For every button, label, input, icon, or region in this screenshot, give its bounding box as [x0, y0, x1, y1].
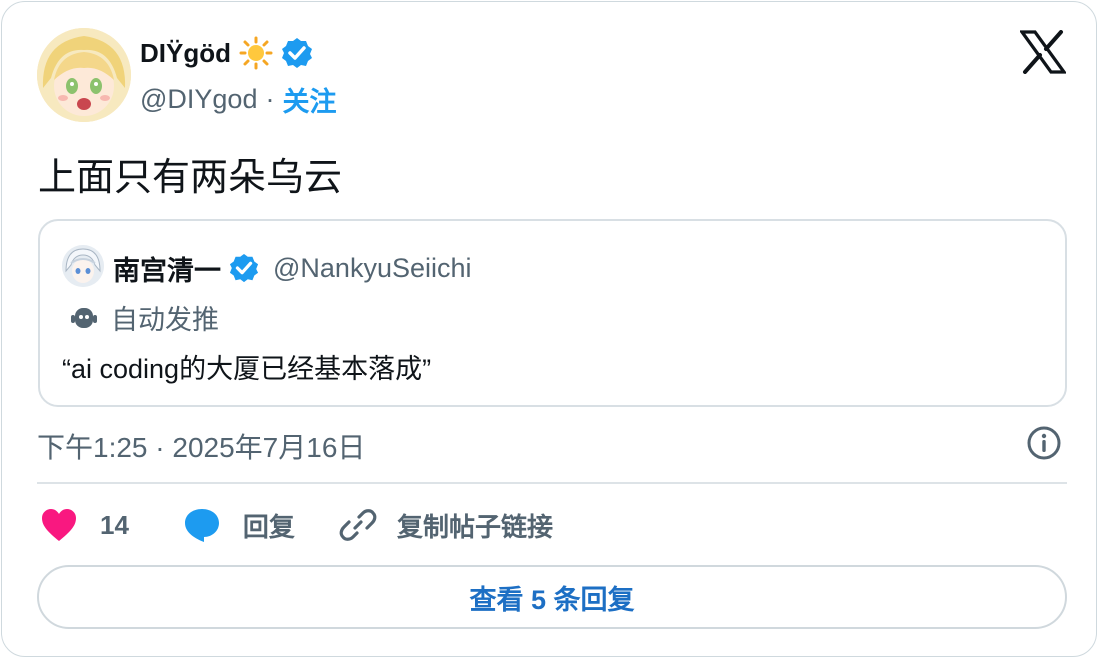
quoted-tweet[interactable]: 南宫清一 @NankyuSeiichi 自动发推 “ai coding的大厦已经… — [38, 219, 1067, 407]
quoted-tweet-text: “ai coding的大厦已经基本落成” — [62, 354, 432, 384]
quoted-author-name[interactable]: 南宫清一 — [113, 249, 221, 288]
robot-icon — [69, 303, 99, 333]
reply-button[interactable]: 回复 — [183, 507, 295, 544]
action-bar: 14 回复 复制帖子链接 — [40, 504, 553, 546]
author-name-row[interactable]: DIŸgöd — [140, 36, 313, 70]
copy-link-button[interactable]: 复制帖子链接 — [339, 506, 553, 544]
info-icon[interactable] — [1026, 425, 1062, 461]
author-avatar[interactable] — [37, 28, 131, 122]
tweet-card: DIŸgöd @DIYgod · 关注 上面只有两朵乌云 南宫清一 @Nanky… — [1, 1, 1097, 657]
reply-label: 回复 — [242, 511, 295, 542]
sun-icon — [239, 36, 273, 70]
heart-icon — [42, 509, 76, 541]
x-logo-icon[interactable] — [1018, 30, 1068, 74]
divider — [37, 482, 1067, 484]
author-handle-row: @DIYgod · 关注 — [140, 80, 336, 119]
like-count: 14 — [100, 509, 129, 540]
verified-icon — [229, 253, 261, 285]
verified-icon — [281, 37, 313, 69]
quoted-author-handle[interactable]: @NankyuSeiichi — [273, 253, 472, 284]
follow-button[interactable]: 关注 — [282, 80, 336, 119]
link-icon — [339, 509, 377, 541]
automated-badge: 自动发推 — [69, 298, 219, 337]
copy-link-label: 复制帖子链接 — [396, 511, 553, 542]
author-display-name[interactable]: DIŸgöd — [140, 38, 231, 69]
reply-bubble-icon — [184, 509, 219, 542]
quoted-author-row: 南宫清一 @NankyuSeiichi — [113, 249, 472, 288]
tweet-timestamp[interactable]: 下午1:25 · 2025年7月16日 — [37, 426, 365, 466]
view-replies-label: 查看 5 条回复 — [469, 584, 635, 615]
tweet-text: 上面只有两朵乌云 — [38, 157, 343, 199]
quoted-author-avatar[interactable] — [62, 245, 104, 287]
author-handle[interactable]: @DIYgod — [140, 84, 257, 115]
separator-dot: · — [265, 84, 275, 114]
like-button[interactable]: 14 — [40, 507, 129, 543]
view-replies-button[interactable]: 查看 5 条回复 — [37, 565, 1067, 629]
automated-label: 自动发推 — [111, 305, 219, 335]
